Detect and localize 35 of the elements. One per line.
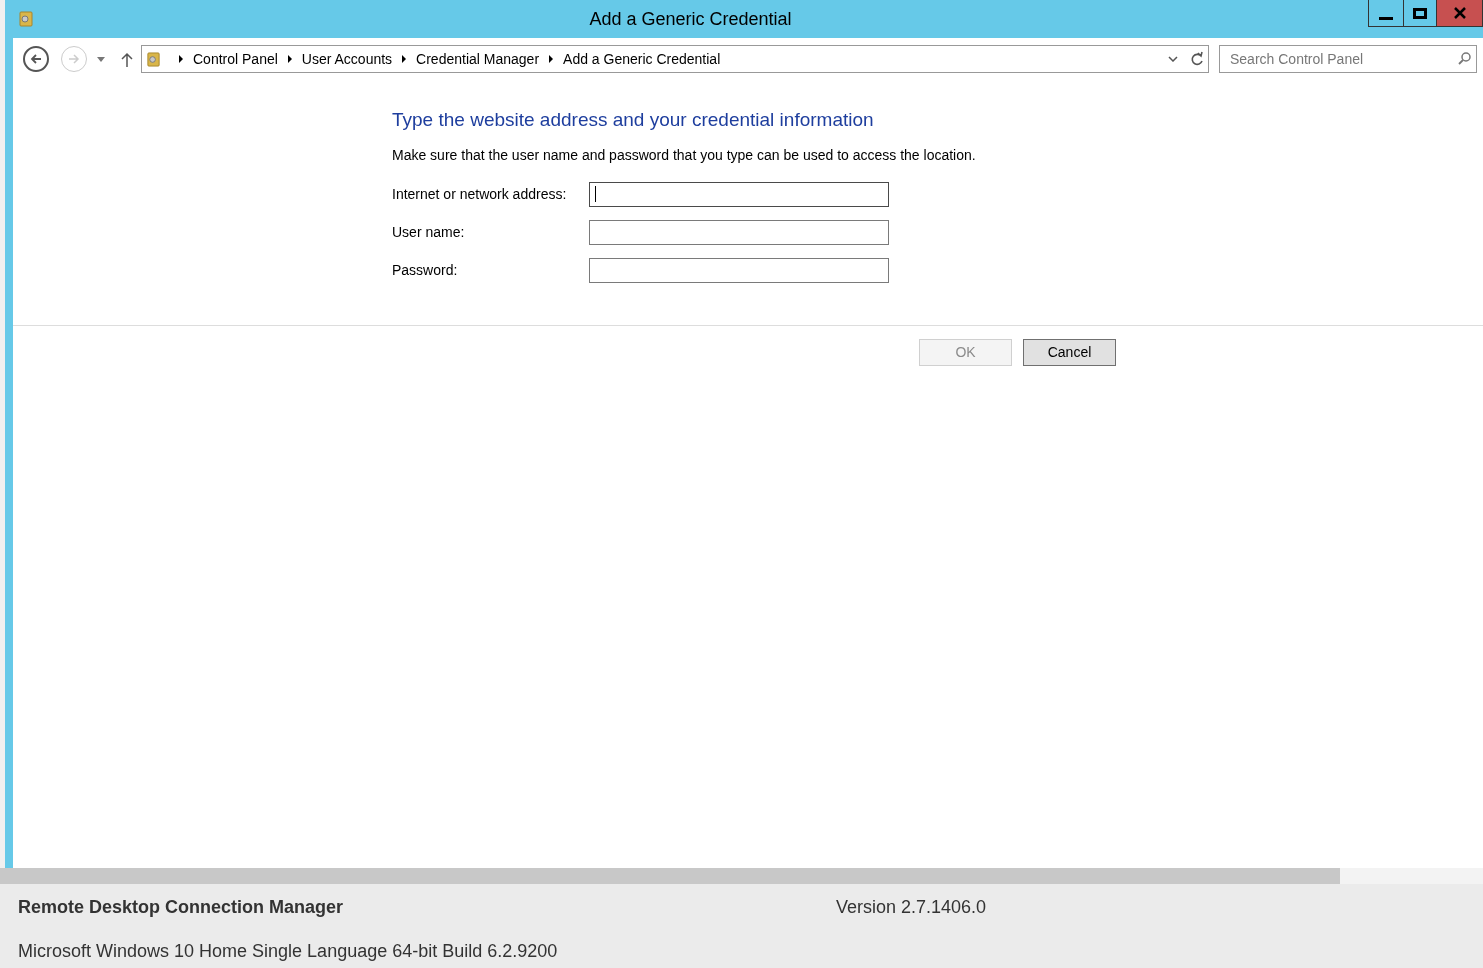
chevron-right-icon [401,55,408,63]
input-field[interactable] [589,257,889,283]
input-field[interactable] [589,181,889,207]
dialog-button[interactable]: Cancel [1023,338,1116,366]
breadcrumb-item[interactable]: Control Panel [193,48,278,70]
version-text: Version 2.7.1406.0 [836,896,987,919]
page-heading: Type the website address and your credential information [392,108,875,132]
refresh-icon[interactable] [1190,51,1204,67]
input-field[interactable] [589,219,889,245]
chevron-right-icon [286,55,293,63]
arrow-left-icon [30,53,42,65]
back-button[interactable] [23,46,49,72]
search-icon [1458,52,1471,65]
chevron-right-icon [178,55,184,63]
address-bar[interactable]: Control Panel User Accounts Credential Manager Add a Generic Credential [141,45,1209,73]
dropdown-caret-icon[interactable] [97,56,105,62]
safe-icon [18,10,34,28]
app-name: Remote Desktop Connection Manager [18,896,345,919]
window-title: Add a Generic Credential [589,8,792,29]
breadcrumb-item[interactable]: Credential Manager [416,48,540,70]
breadcrumb-item[interactable]: Add a Generic Credential [563,48,721,70]
chevron-right-icon [548,55,555,63]
search-field[interactable]: Search Control Panel [1219,45,1477,73]
field-label: Password: [392,260,459,280]
close-button[interactable] [1437,0,1482,26]
arrow-right-icon [68,53,80,65]
system-info: Microsoft Windows 10 Home Single Language 64-bit Build 6.2.9200 [18,941,558,961]
chevron-down-icon[interactable] [1168,56,1178,62]
description: Make sure that the user name and password that you type can be used to access the location. [392,145,977,165]
up-arrow-icon[interactable] [121,51,133,67]
field-label: User name: [392,222,466,242]
safe-icon [146,50,161,68]
close-icon [1453,7,1466,19]
field-label: Internet or network address: [392,184,568,204]
breadcrumb-item[interactable]: User Accounts [301,48,393,70]
